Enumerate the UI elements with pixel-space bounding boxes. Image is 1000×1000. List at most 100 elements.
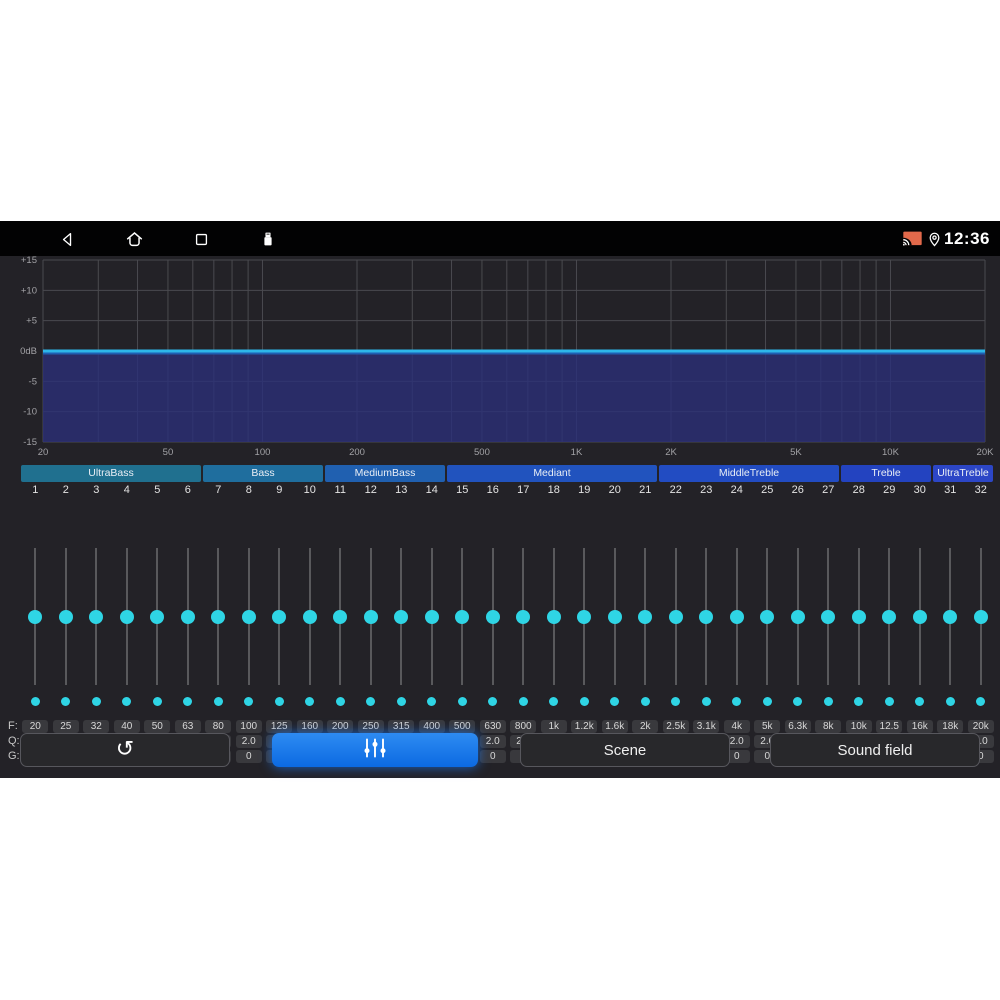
q-factor-value-ch8[interactable]: 2.0: [235, 735, 262, 748]
slider-knob[interactable]: [851, 610, 866, 624]
band-dot-ch5[interactable]: [152, 697, 162, 706]
frequency-value-ch25[interactable]: 5k: [754, 720, 781, 733]
slider-knob[interactable]: [668, 610, 683, 624]
band-dot-ch7[interactable]: [213, 697, 223, 706]
band-dot-ch17[interactable]: [518, 697, 528, 706]
slider-knob[interactable]: [241, 610, 256, 624]
frequency-value-ch21[interactable]: 2k: [632, 720, 659, 733]
eq-slider-ch4[interactable]: [112, 548, 143, 688]
eq-slider-ch31[interactable]: [935, 548, 966, 688]
frequency-value-ch2[interactable]: 25: [52, 720, 79, 733]
frequency-value-ch27[interactable]: 8k: [815, 720, 842, 733]
slider-knob[interactable]: [699, 610, 714, 624]
band-dot-ch26[interactable]: [793, 697, 803, 706]
slider-knob[interactable]: [577, 610, 592, 624]
band-dot-ch1[interactable]: [30, 697, 40, 706]
frequency-value-ch32[interactable]: 20k: [967, 720, 994, 733]
band-dot-ch6[interactable]: [183, 697, 193, 706]
slider-knob[interactable]: [821, 610, 836, 624]
slider-knob[interactable]: [394, 610, 409, 624]
eq-slider-ch15[interactable]: [447, 548, 478, 688]
slider-knob[interactable]: [302, 610, 317, 624]
slider-knob[interactable]: [333, 610, 348, 624]
band-dot-ch31[interactable]: [945, 697, 955, 706]
frequency-value-ch24[interactable]: 4k: [723, 720, 750, 733]
eq-slider-ch25[interactable]: [752, 548, 783, 688]
band-dot-ch12[interactable]: [366, 697, 376, 706]
slider-knob[interactable]: [424, 610, 439, 624]
band-dot-ch15[interactable]: [457, 697, 467, 706]
band-dot-ch3[interactable]: [91, 697, 101, 706]
gain-value-ch8[interactable]: 0: [235, 750, 262, 763]
eq-slider-ch2[interactable]: [51, 548, 82, 688]
eq-slider-ch26[interactable]: [783, 548, 814, 688]
recents-icon[interactable]: [190, 228, 212, 250]
band-label-ultrabass[interactable]: UltraBass: [21, 465, 201, 482]
eq-slider-ch17[interactable]: [508, 548, 539, 688]
slider-knob[interactable]: [211, 610, 226, 624]
frequency-value-ch18[interactable]: 1k: [540, 720, 567, 733]
eq-slider-ch6[interactable]: [173, 548, 204, 688]
frequency-value-ch26[interactable]: 6.3k: [784, 720, 811, 733]
slider-knob[interactable]: [546, 610, 561, 624]
frequency-value-ch23[interactable]: 3.1k: [693, 720, 720, 733]
band-label-mediumbass[interactable]: MediumBass: [325, 465, 445, 482]
eq-slider-ch12[interactable]: [356, 548, 387, 688]
slider-knob[interactable]: [516, 610, 531, 624]
slider-knob[interactable]: [28, 610, 43, 624]
slider-knob[interactable]: [943, 610, 958, 624]
slider-knob[interactable]: [729, 610, 744, 624]
frequency-value-ch28[interactable]: 10k: [845, 720, 872, 733]
eq-slider-ch3[interactable]: [81, 548, 112, 688]
band-label-mediant[interactable]: Mediant: [447, 465, 657, 482]
frequency-value-ch31[interactable]: 18k: [937, 720, 964, 733]
frequency-value-ch12[interactable]: 250: [357, 720, 384, 733]
frequency-value-ch13[interactable]: 315: [388, 720, 415, 733]
q-factor-value-ch16[interactable]: 2.0: [479, 735, 506, 748]
eq-slider-ch18[interactable]: [539, 548, 570, 688]
band-dot-ch4[interactable]: [122, 697, 132, 706]
frequency-value-ch30[interactable]: 16k: [906, 720, 933, 733]
band-dot-ch28[interactable]: [854, 697, 864, 706]
eq-slider-ch8[interactable]: [234, 548, 265, 688]
slider-knob[interactable]: [363, 610, 378, 624]
band-dot-ch18[interactable]: [549, 697, 559, 706]
band-label-ultratreble[interactable]: UltraTreble: [933, 465, 993, 482]
band-label-treble[interactable]: Treble: [841, 465, 931, 482]
band-dot-ch32[interactable]: [976, 697, 986, 706]
eq-slider-ch27[interactable]: [813, 548, 844, 688]
band-dot-ch14[interactable]: [427, 697, 437, 706]
band-dot-ch16[interactable]: [488, 697, 498, 706]
slider-knob[interactable]: [882, 610, 897, 624]
equalizer-button[interactable]: [272, 733, 478, 767]
eq-slider-ch22[interactable]: [661, 548, 692, 688]
eq-slider-ch16[interactable]: [478, 548, 509, 688]
frequency-value-ch15[interactable]: 500: [449, 720, 476, 733]
eq-slider-ch19[interactable]: [569, 548, 600, 688]
band-dot-ch20[interactable]: [610, 697, 620, 706]
slider-knob[interactable]: [272, 610, 287, 624]
frequency-value-ch14[interactable]: 400: [418, 720, 445, 733]
band-label-middletreble[interactable]: MiddleTreble: [659, 465, 839, 482]
frequency-value-ch16[interactable]: 630: [479, 720, 506, 733]
eq-slider-ch14[interactable]: [417, 548, 448, 688]
sound-field-button[interactable]: Sound field: [770, 733, 980, 767]
band-dot-ch24[interactable]: [732, 697, 742, 706]
eq-slider-ch20[interactable]: [600, 548, 631, 688]
slider-knob[interactable]: [607, 610, 622, 624]
eq-slider-ch10[interactable]: [295, 548, 326, 688]
eq-slider-ch32[interactable]: [966, 548, 997, 688]
slider-knob[interactable]: [973, 610, 988, 624]
frequency-value-ch7[interactable]: 80: [205, 720, 232, 733]
eq-slider-ch1[interactable]: [20, 548, 51, 688]
band-dot-ch2[interactable]: [61, 697, 71, 706]
scene-button[interactable]: Scene: [520, 733, 730, 767]
band-dot-ch13[interactable]: [396, 697, 406, 706]
slider-knob[interactable]: [119, 610, 134, 624]
band-dot-ch9[interactable]: [274, 697, 284, 706]
slider-knob[interactable]: [455, 610, 470, 624]
frequency-value-ch11[interactable]: 200: [327, 720, 354, 733]
band-dot-ch22[interactable]: [671, 697, 681, 706]
slider-knob[interactable]: [760, 610, 775, 624]
slider-knob[interactable]: [638, 610, 653, 624]
